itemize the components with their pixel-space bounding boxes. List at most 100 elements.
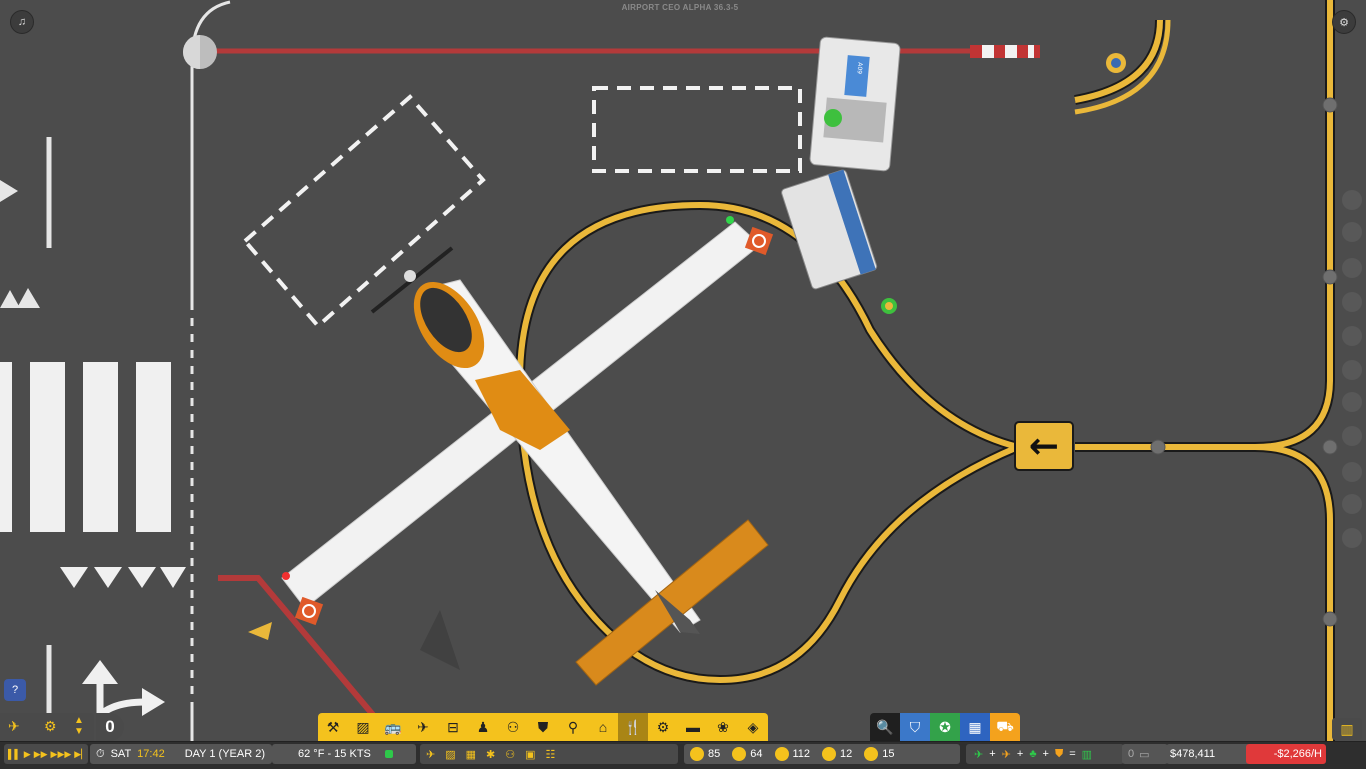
day-label: SAT xyxy=(110,748,132,760)
count-chip[interactable]: 85 xyxy=(690,747,720,761)
seat-icon xyxy=(864,747,879,761)
stand-arrow-sign[interactable]: ← xyxy=(1014,421,1074,471)
bag-icon[interactable]: ▣ xyxy=(525,748,535,761)
side-panel xyxy=(1336,182,1366,582)
svg-text:←: ← xyxy=(1029,426,1059,467)
build-toolbar: ⚒ ▨ 🚌 ✈ ⊟ ♟ ⚇ ⛊ ⚲ ⌂ 🍴 ⚙ ▬ ❀ ◈ xyxy=(318,713,768,741)
count-chip[interactable]: 112 xyxy=(774,747,811,761)
document-icon[interactable] xyxy=(1342,258,1362,278)
count-chip[interactable]: 12 xyxy=(822,747,852,761)
settings-icon: ⚙ xyxy=(1339,16,1349,29)
svg-text:A09: A09 xyxy=(855,62,863,74)
group-icon[interactable]: ⚇ xyxy=(505,748,515,761)
staff-icon: ♟ xyxy=(476,718,490,735)
seating-tool-button[interactable]: ▬ xyxy=(678,713,708,741)
alert-icon: ♫ xyxy=(17,16,27,28)
count-value: 64 xyxy=(750,748,763,760)
shield-icon: ⛉ xyxy=(909,718,921,735)
count-value: 12 xyxy=(840,748,853,760)
zone-icon[interactable]: ▨ xyxy=(445,748,455,761)
security-icon: ⛊ xyxy=(537,718,549,735)
group-icon[interactable] xyxy=(1342,326,1362,346)
baggage-tool-button[interactable]: ⊟ xyxy=(438,713,468,741)
apron-scene[interactable]: ← A09 xyxy=(0,0,1366,768)
bar-chart-icon: ▥ xyxy=(1340,720,1354,737)
food-icon: 🍴 xyxy=(624,718,642,735)
wallet-icon: ▭ xyxy=(1139,748,1150,761)
runway-tool-button[interactable]: ✈ xyxy=(408,713,438,741)
vehicle-tool-button[interactable]: 🚌 xyxy=(378,713,408,741)
count-chip[interactable]: 64 xyxy=(732,747,763,761)
shield-overlay-button[interactable]: ⛉ xyxy=(900,713,930,741)
grid-overlay-button[interactable]: ▦ xyxy=(960,713,990,741)
zone-icon: ▨ xyxy=(356,718,370,735)
globe-overlay-button[interactable]: ✪ xyxy=(930,713,960,741)
barrier xyxy=(970,45,1040,58)
decor-tool-button[interactable]: ❀ xyxy=(708,713,738,741)
build-tool-button[interactable]: ⚒ xyxy=(318,713,348,741)
counts-panel: 85 64 112 12 15 xyxy=(684,744,960,764)
layers-icon: ◈ xyxy=(747,718,759,735)
chart-icon[interactable] xyxy=(1342,292,1362,312)
bus-icon[interactable] xyxy=(1342,190,1362,210)
fuel-truck-icon: ⛟ xyxy=(996,717,1014,734)
person-icon[interactable]: ✱ xyxy=(486,748,495,761)
runway-icon: ✈ xyxy=(417,718,429,735)
zone-tool-button[interactable]: ▨ xyxy=(348,713,378,741)
count-value: 15 xyxy=(882,748,895,760)
tools-icon[interactable] xyxy=(1342,494,1362,514)
weather-panel: 62 °F - 15 KTS xyxy=(272,744,416,764)
image-icon[interactable] xyxy=(1342,222,1362,242)
time-label: 17:42 xyxy=(137,748,165,760)
decor-icon: ❀ xyxy=(717,718,729,735)
list-icon[interactable]: ☷ xyxy=(546,748,556,761)
speed-button-1[interactable]: ▶ xyxy=(24,749,31,760)
clock-icon: ⏱ xyxy=(96,747,105,760)
ground-crew[interactable] xyxy=(881,298,897,314)
window-title: AIRPORT CEO ALPHA 36.3-5 xyxy=(621,3,739,12)
notification-button[interactable]: ♫ xyxy=(10,10,34,34)
passengers-tool-button[interactable]: ⚇ xyxy=(498,713,528,741)
seating-icon: ▬ xyxy=(686,719,700,735)
bag-icon xyxy=(774,747,789,761)
screen-icon[interactable] xyxy=(1342,528,1362,548)
count-value: 112 xyxy=(792,748,811,760)
plane-icon xyxy=(822,747,837,761)
fuel-truck-overlay-button[interactable]: ⛟ xyxy=(990,713,1020,741)
flight-icon[interactable]: ✈ xyxy=(426,748,435,761)
speed-button-0[interactable]: ▌▌ xyxy=(8,749,21,759)
rate-panel: 0 ▭ xyxy=(1122,744,1168,764)
rating-shield-icon: ⛊ xyxy=(1054,747,1064,760)
users-icon[interactable] xyxy=(1342,426,1362,446)
shop-tool-button[interactable]: ⚙ xyxy=(648,713,678,741)
speed-button-4[interactable]: ▶▏ xyxy=(74,749,88,760)
search-overlay-button[interactable]: 🔍 xyxy=(870,713,900,741)
statistics-button[interactable]: ▥ xyxy=(1332,718,1362,740)
gear-icon[interactable]: ⚙ xyxy=(44,718,57,735)
staff-tool-button[interactable]: ♟ xyxy=(468,713,498,741)
help-button[interactable]: ? xyxy=(4,679,26,701)
weather-label: 62 °F - 15 KTS xyxy=(298,748,371,760)
chevron-up-down-icon[interactable]: ▲ ▼ xyxy=(74,715,84,737)
layers-tool-button[interactable]: ◈ xyxy=(738,713,768,741)
plane-takeoff-icon[interactable]: ✈ xyxy=(8,718,20,735)
key-icon[interactable] xyxy=(1342,462,1362,482)
security-tool-button[interactable]: ⛊ xyxy=(528,713,558,741)
restroom-tool-button[interactable]: ⚲ xyxy=(558,713,588,741)
speed-button-3[interactable]: ▶▶▶ xyxy=(51,749,72,760)
income-rate-label: -$2,266/H xyxy=(1273,748,1322,760)
weather-status-icon xyxy=(384,750,393,758)
count-chip[interactable]: 15 xyxy=(864,747,895,761)
person-icon[interactable] xyxy=(1342,360,1362,380)
settings-button[interactable]: ⚙ xyxy=(1332,10,1356,34)
grid-icon[interactable]: ▦ xyxy=(466,748,476,761)
restroom-icon: ⚲ xyxy=(567,718,579,735)
rating-panel: ✈ + ✈ + ♣ + ⛊ = ▥ xyxy=(966,744,1124,764)
bell-icon[interactable] xyxy=(1342,392,1362,412)
furniture-tool-button[interactable]: ⌂ xyxy=(588,713,618,741)
mode-panel: ✈ ▨ ▦ ✱ ⚇ ▣ ☷ xyxy=(420,744,678,764)
food-tool-button[interactable]: 🍴 xyxy=(618,713,648,741)
speed-button-2[interactable]: ▶▶ xyxy=(34,749,48,760)
grid-icon: ▦ xyxy=(968,718,982,735)
income-rate-panel: -$2,266/H xyxy=(1246,744,1326,764)
